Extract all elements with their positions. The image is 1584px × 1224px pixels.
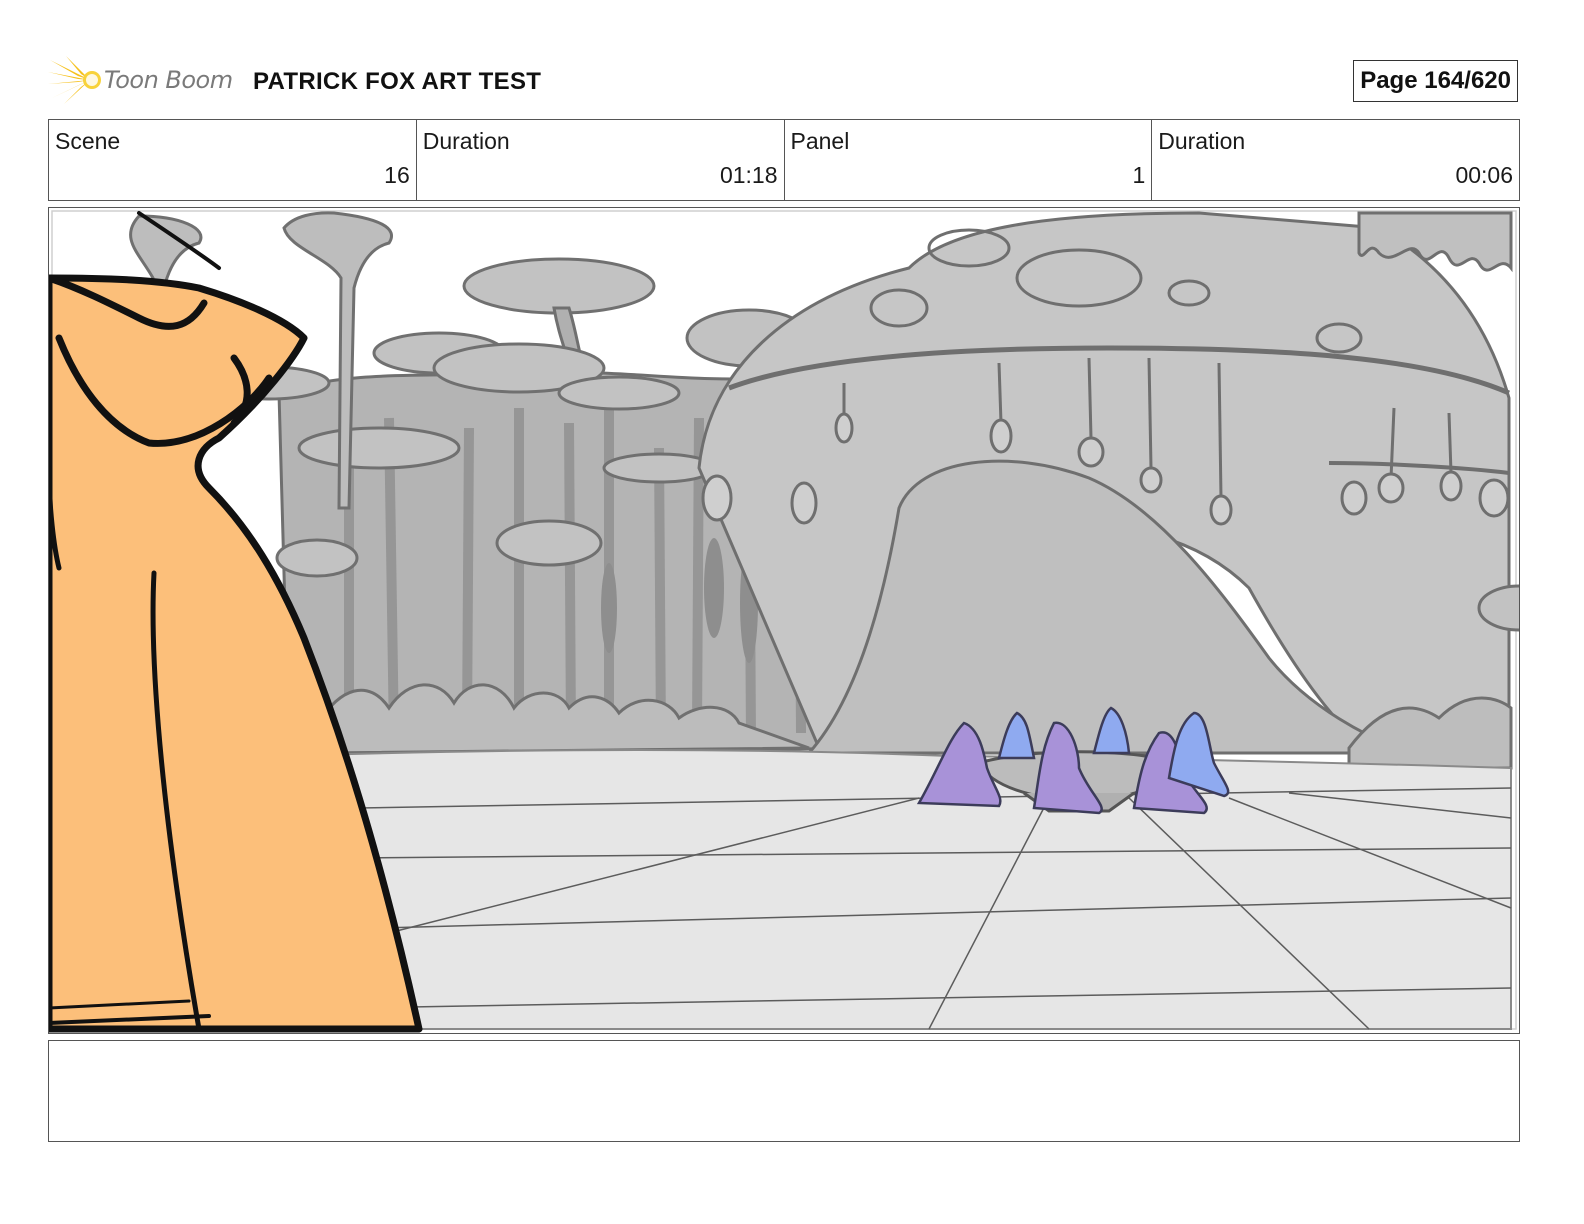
- panel-duration-cell: Duration 00:06: [1152, 120, 1519, 200]
- storyboard-header: Toon Boom PATRICK FOX ART TEST Page 164/…: [48, 52, 1520, 108]
- scene-value: 16: [384, 162, 410, 188]
- panel-notes-box: [48, 1040, 1520, 1142]
- scene-duration-value: 01:18: [719, 162, 778, 188]
- scene-duration-label: Duration: [422, 128, 510, 154]
- storyboard-panel-image: [48, 207, 1520, 1034]
- panel-drawing: [49, 210, 1519, 1033]
- panel-cell: Panel 1: [785, 120, 1153, 200]
- panel-duration-label: Duration: [1158, 128, 1246, 154]
- toon-boom-logo: Toon Boom: [48, 52, 240, 108]
- sunburst-logo-icon: [48, 56, 101, 104]
- page-number: Page 164/620: [1353, 60, 1518, 102]
- project-title: PATRICK FOX ART TEST: [253, 68, 542, 95]
- panel-info-row: Scene 16 Duration 01:18 Panel 1 Duration…: [48, 119, 1520, 201]
- panel-label: Panel: [790, 128, 850, 154]
- scene-cell: Scene 16: [49, 120, 417, 200]
- scene-duration-cell: Duration 01:18: [417, 120, 785, 200]
- panel-value: 1: [1132, 162, 1146, 188]
- logo-wordmark: Toon Boom: [104, 66, 233, 94]
- panel-duration-value: 00:06: [1455, 162, 1513, 188]
- scene-label: Scene: [55, 128, 121, 154]
